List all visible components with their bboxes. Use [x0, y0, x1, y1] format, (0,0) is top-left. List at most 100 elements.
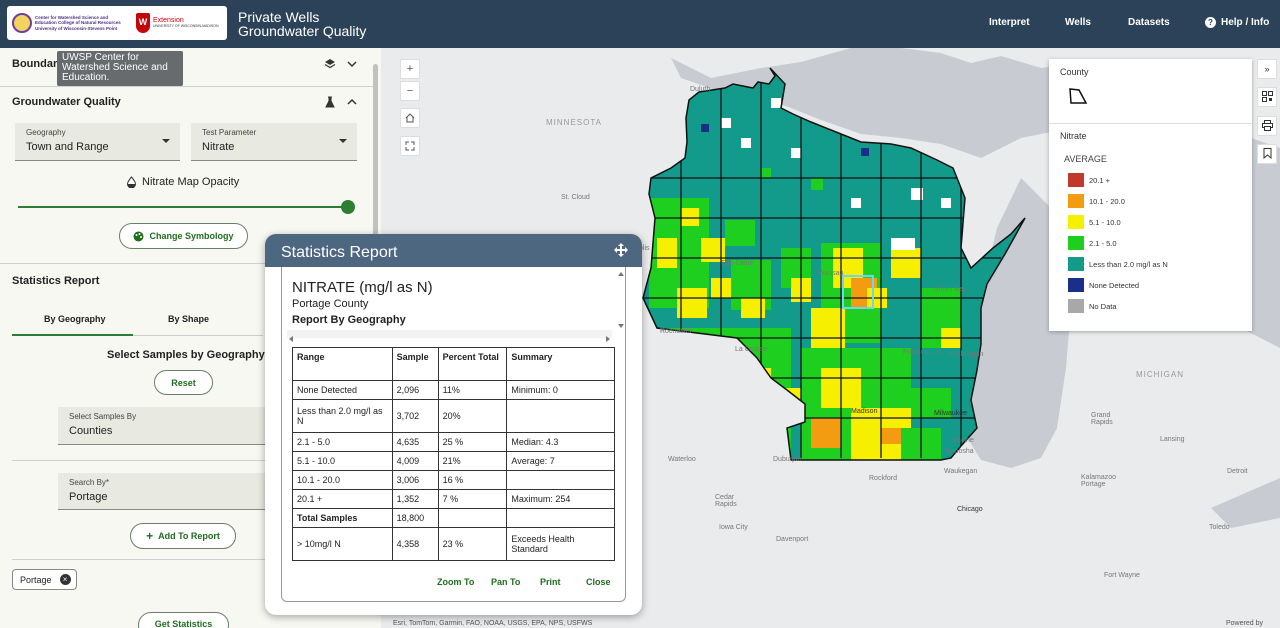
close-link[interactable]: Close	[586, 577, 611, 587]
tab-by-geography[interactable]: By Geography	[44, 314, 106, 324]
map-label-green-bay: Green Bay	[933, 286, 967, 293]
column-header: Range	[292, 347, 393, 381]
map-label-sheboygan: Sheboygan	[948, 351, 984, 358]
table-cell: 23 %	[437, 527, 508, 561]
table-cell: Exceeds Health Standard	[506, 527, 615, 561]
get-statistics-label: Get Statistics	[154, 619, 213, 628]
expand-panel-button[interactable]: »	[1257, 59, 1277, 79]
pan-to-link[interactable]: Pan To	[491, 577, 520, 587]
get-statistics-button[interactable]: Get Statistics	[138, 612, 229, 628]
report-county: Portage County	[292, 298, 369, 310]
legend-item: 20.1 +	[1068, 173, 1110, 187]
zoom-out-button[interactable]: −	[400, 81, 420, 101]
flask-icon[interactable]	[324, 96, 336, 108]
zoom-in-button[interactable]: +	[400, 59, 420, 79]
boundary-title[interactable]: Boundary	[12, 58, 63, 70]
print-link[interactable]: Print	[540, 577, 561, 587]
uw-shield-icon: W	[136, 13, 150, 33]
scroll-arrows-icon	[289, 336, 610, 342]
legend-swatch	[1068, 278, 1084, 292]
map-label-grand-rapids: Grand Rapids	[1091, 412, 1113, 426]
home-button[interactable]	[400, 108, 420, 128]
bookmark-button[interactable]	[1257, 144, 1277, 164]
geography-value: Town and Range	[26, 141, 109, 153]
table-row: None Detected 2,096 11% Minimum: 0	[292, 380, 615, 400]
table-cell: Less than 2.0 mg/l as N	[292, 399, 393, 433]
table-cell	[506, 508, 615, 528]
map-label-detroit: Detroit	[1227, 468, 1248, 475]
chevron-down-icon[interactable]	[347, 60, 357, 68]
table-cell: Total Samples	[292, 508, 393, 528]
nav-interpret[interactable]: Interpret	[989, 17, 1030, 28]
map-label-dubuque: Dubuque	[773, 456, 802, 463]
report-vscroll[interactable]	[617, 269, 625, 331]
map-legend: County Nitrate AVERAGE 20.1 + 10.1 - 20.…	[1049, 59, 1252, 331]
map-label-chicago: Chicago	[957, 506, 983, 513]
change-symbology-button[interactable]: Change Symbology	[119, 223, 248, 249]
close-icon[interactable]: ×	[59, 574, 71, 585]
map-label-minnesota: MINNESOTA	[546, 118, 602, 127]
selected-chip[interactable]: Portage ×	[12, 569, 77, 590]
dialog-header[interactable]: Statistics Report	[265, 234, 642, 267]
map-label-eau-claire: Eau Claire	[721, 260, 754, 267]
divider	[0, 86, 373, 87]
app-title-line2: Groundwater Quality	[238, 23, 367, 39]
fullscreen-icon	[405, 141, 415, 151]
table-row: 2.1 - 5.0 4,635 25 % Median: 4.3	[292, 432, 615, 452]
opacity-label: Nitrate Map Opacity	[142, 176, 240, 188]
table-cell: 1,352	[391, 489, 439, 509]
active-tab-indicator	[12, 334, 133, 336]
table-row: Total Samples 18,800	[292, 508, 615, 528]
table-cell: 16 %	[437, 470, 508, 490]
nav-datasets[interactable]: Datasets	[1128, 17, 1170, 28]
table-cell: > 10mg/l N	[292, 527, 393, 561]
test-parameter-value: Nitrate	[202, 141, 235, 153]
table-cell: None Detected	[292, 380, 393, 400]
table-cell: Average: 7	[506, 451, 615, 471]
table-cell: 21%	[437, 451, 508, 471]
geography-select[interactable]: Geography Town and Range	[15, 123, 180, 161]
table-cell: 7 %	[437, 489, 508, 509]
opacity-slider-track[interactable]	[18, 206, 348, 208]
legend-item-label: 20.1 +	[1089, 175, 1111, 185]
report-hscroll[interactable]	[287, 330, 612, 342]
column-header: Sample	[391, 347, 439, 381]
print-map-button[interactable]	[1257, 116, 1277, 136]
table-cell: 10.1 - 20.0	[292, 470, 393, 490]
chevron-up-icon[interactable]	[347, 98, 357, 106]
county-polygon-icon	[1069, 88, 1087, 104]
logo-bar[interactable]: Center for Watershed Science and Educati…	[7, 6, 227, 40]
add-to-report-button[interactable]: + Add To Report	[130, 523, 236, 549]
legend-item: No Data	[1068, 299, 1117, 313]
table-cell: Median: 4.3	[506, 432, 615, 452]
column-header: Percent Total	[437, 347, 508, 381]
caret-down-icon	[162, 139, 170, 143]
fullscreen-button[interactable]	[400, 136, 420, 156]
extension-logo-text: Extension	[153, 17, 184, 24]
map-label-waterloo: Waterloo	[668, 456, 696, 463]
nav-help[interactable]: ? Help / Info	[1205, 17, 1269, 28]
zoom-to-link[interactable]: Zoom To	[437, 577, 474, 587]
layers-icon[interactable]	[324, 58, 336, 70]
move-icon[interactable]	[614, 243, 628, 257]
legend-item-label: 2.1 - 5.0	[1089, 238, 1117, 248]
qr-button[interactable]	[1257, 87, 1277, 107]
scrollbar-thumb[interactable]	[373, 64, 378, 254]
legend-swatch	[1068, 257, 1084, 271]
opacity-slider-handle[interactable]	[341, 200, 355, 214]
table-cell: 20%	[437, 399, 508, 433]
nav-wells[interactable]: Wells	[1065, 17, 1091, 28]
map-label-fond-du-lac: Fond du Lac	[903, 349, 942, 356]
groundwater-title[interactable]: Groundwater Quality	[12, 96, 121, 108]
app-title: Private Wells Groundwater Quality	[238, 10, 366, 38]
map-label-waukegan: Waukegan	[944, 468, 978, 475]
help-icon: ?	[1205, 17, 1216, 28]
legend-item-label: 10.1 - 20.0	[1089, 196, 1125, 206]
table-row: 5.1 - 10.0 4,009 21% Average: 7	[292, 451, 615, 471]
reset-button[interactable]: Reset	[154, 370, 213, 395]
select-samples-title: Select Samples by Geography	[107, 349, 265, 361]
table-cell: 4,009	[391, 451, 439, 471]
legend-swatch	[1068, 173, 1084, 187]
tab-by-shape[interactable]: By Shape	[168, 314, 209, 324]
test-parameter-select[interactable]: Test Parameter Nitrate	[191, 123, 357, 161]
